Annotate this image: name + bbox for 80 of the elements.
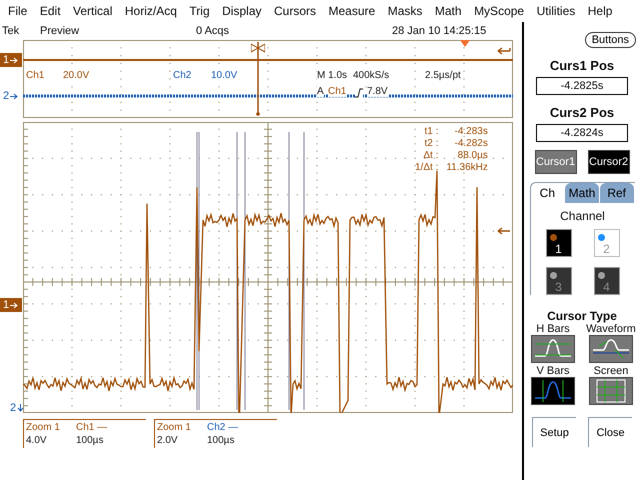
- cursor-type-label: Waveform: [586, 323, 636, 335]
- cursor-type-label: V Bars: [536, 365, 570, 377]
- channel-marker[interactable]: 2: [10, 402, 24, 414]
- cursor-readout-value: 11.36kHz: [446, 162, 488, 174]
- menu-item[interactable]: Cursors: [270, 4, 325, 18]
- mode-label: Preview: [40, 25, 80, 37]
- cursor-readout-value: -4.283s: [454, 126, 488, 138]
- menu-item[interactable]: Edit: [36, 4, 70, 18]
- trigger-level-icon: [497, 227, 511, 235]
- trigger-label: A: [317, 86, 324, 97]
- menu-item[interactable]: Measure: [324, 4, 384, 18]
- menu-item[interactable]: File: [4, 4, 36, 18]
- rising-edge-icon: [355, 88, 363, 98]
- zoom-channel: Ch2 —: [207, 421, 240, 434]
- trigger-level-icon: [497, 47, 511, 55]
- menu-item[interactable]: Math: [430, 4, 470, 18]
- cursor-position-label: Curs2 Pos: [550, 105, 614, 120]
- buttons-toggle[interactable]: Buttons: [584, 32, 636, 48]
- cursor-position-field[interactable]: -4.2825s: [536, 77, 628, 95]
- cursor-select-button[interactable]: Cursor2: [588, 150, 630, 174]
- cursor-position-field[interactable]: -4.2824s: [536, 124, 628, 142]
- channel-button[interactable]: 1: [546, 229, 572, 257]
- cursor-line-icon[interactable]: [251, 40, 265, 116]
- channel-label: Ch2: [173, 70, 192, 81]
- trigger-channel: Ch1: [328, 86, 346, 97]
- zoom-title: Zoom 1: [157, 421, 192, 434]
- channel-marker[interactable]: 1: [0, 298, 22, 312]
- vertical-scale: 10.0V: [211, 70, 238, 81]
- channel-marker[interactable]: 1: [0, 53, 22, 67]
- channel-button[interactable]: 3: [546, 267, 572, 295]
- tab[interactable]: Ref: [600, 183, 634, 203]
- cursor-position-label: Curs1 Pos: [550, 58, 614, 73]
- menu-item[interactable]: Horiz/Acq: [120, 4, 186, 18]
- date-time: 28 Jan 10 14:25:15: [392, 25, 486, 37]
- trigger-level: 7.8V: [367, 86, 388, 97]
- cursor-type-button[interactable]: [531, 335, 575, 363]
- tab[interactable]: Math: [565, 183, 599, 203]
- channel-marker[interactable]: 2: [0, 89, 22, 103]
- arrow-icon: [17, 404, 24, 412]
- arrow-icon: [10, 56, 18, 64]
- menu-item[interactable]: Trig: [185, 4, 218, 18]
- menu-item[interactable]: Masks: [384, 4, 431, 18]
- cursor-readout-value: 88.0µs: [456, 150, 488, 162]
- channel-heading: Channel: [559, 209, 606, 223]
- vertical-scale: 20.0V: [63, 70, 90, 81]
- arrow-icon: [10, 92, 18, 100]
- zoom-vertical-scale: 2.0V: [157, 434, 179, 447]
- trigger-position-icon: [460, 40, 470, 47]
- cursor-select-button[interactable]: Cursor1: [534, 150, 576, 174]
- zoom-title: Zoom 1: [26, 421, 61, 434]
- cursor-readout-label: Δt :: [422, 150, 438, 162]
- cursor-type-label: Screen: [594, 365, 628, 377]
- cursor-type-button[interactable]: [531, 377, 575, 405]
- sample-rate-readout: 400kS/s: [353, 70, 390, 81]
- zoom-time-scale: 100µs: [76, 434, 104, 447]
- zoom-channel: Ch1 —: [76, 421, 108, 434]
- channel-label: Ch1: [26, 70, 44, 81]
- cursor-type-label: H Bars: [536, 323, 570, 335]
- menu-item[interactable]: Utilities: [532, 4, 584, 18]
- menu-item[interactable]: Vertical: [69, 4, 121, 18]
- resolution-readout: 2.5µs/pt: [425, 70, 461, 81]
- footer-button[interactable]: Close: [588, 417, 632, 447]
- zoom-time-scale: 100µs: [207, 434, 236, 447]
- timebase-readout: M 1.0s: [317, 70, 348, 81]
- cursor-readout-label: 1/Δt :: [415, 162, 438, 174]
- channel-button[interactable]: 4: [594, 267, 620, 295]
- cursor-readout-label: t1 :: [423, 126, 438, 138]
- cursor-readout-value: -4.282s: [454, 138, 488, 150]
- footer-button[interactable]: Setup: [532, 417, 576, 447]
- brand-label: Tek: [2, 25, 20, 37]
- arrow-icon: [10, 302, 18, 309]
- menu-item[interactable]: MyScope: [470, 4, 533, 18]
- acquisition-count: 0 Acqs: [196, 25, 230, 37]
- menu-item[interactable]: Display: [218, 4, 270, 18]
- menu-item[interactable]: Help: [584, 4, 621, 18]
- zoom-vertical-scale: 4.0V: [26, 434, 48, 447]
- cursor-type-button[interactable]: [589, 335, 633, 363]
- cursor-type-button[interactable]: [589, 377, 633, 405]
- cursor-type-heading: Cursor Type: [547, 309, 617, 323]
- cursor-readout-label: t2 :: [423, 138, 438, 150]
